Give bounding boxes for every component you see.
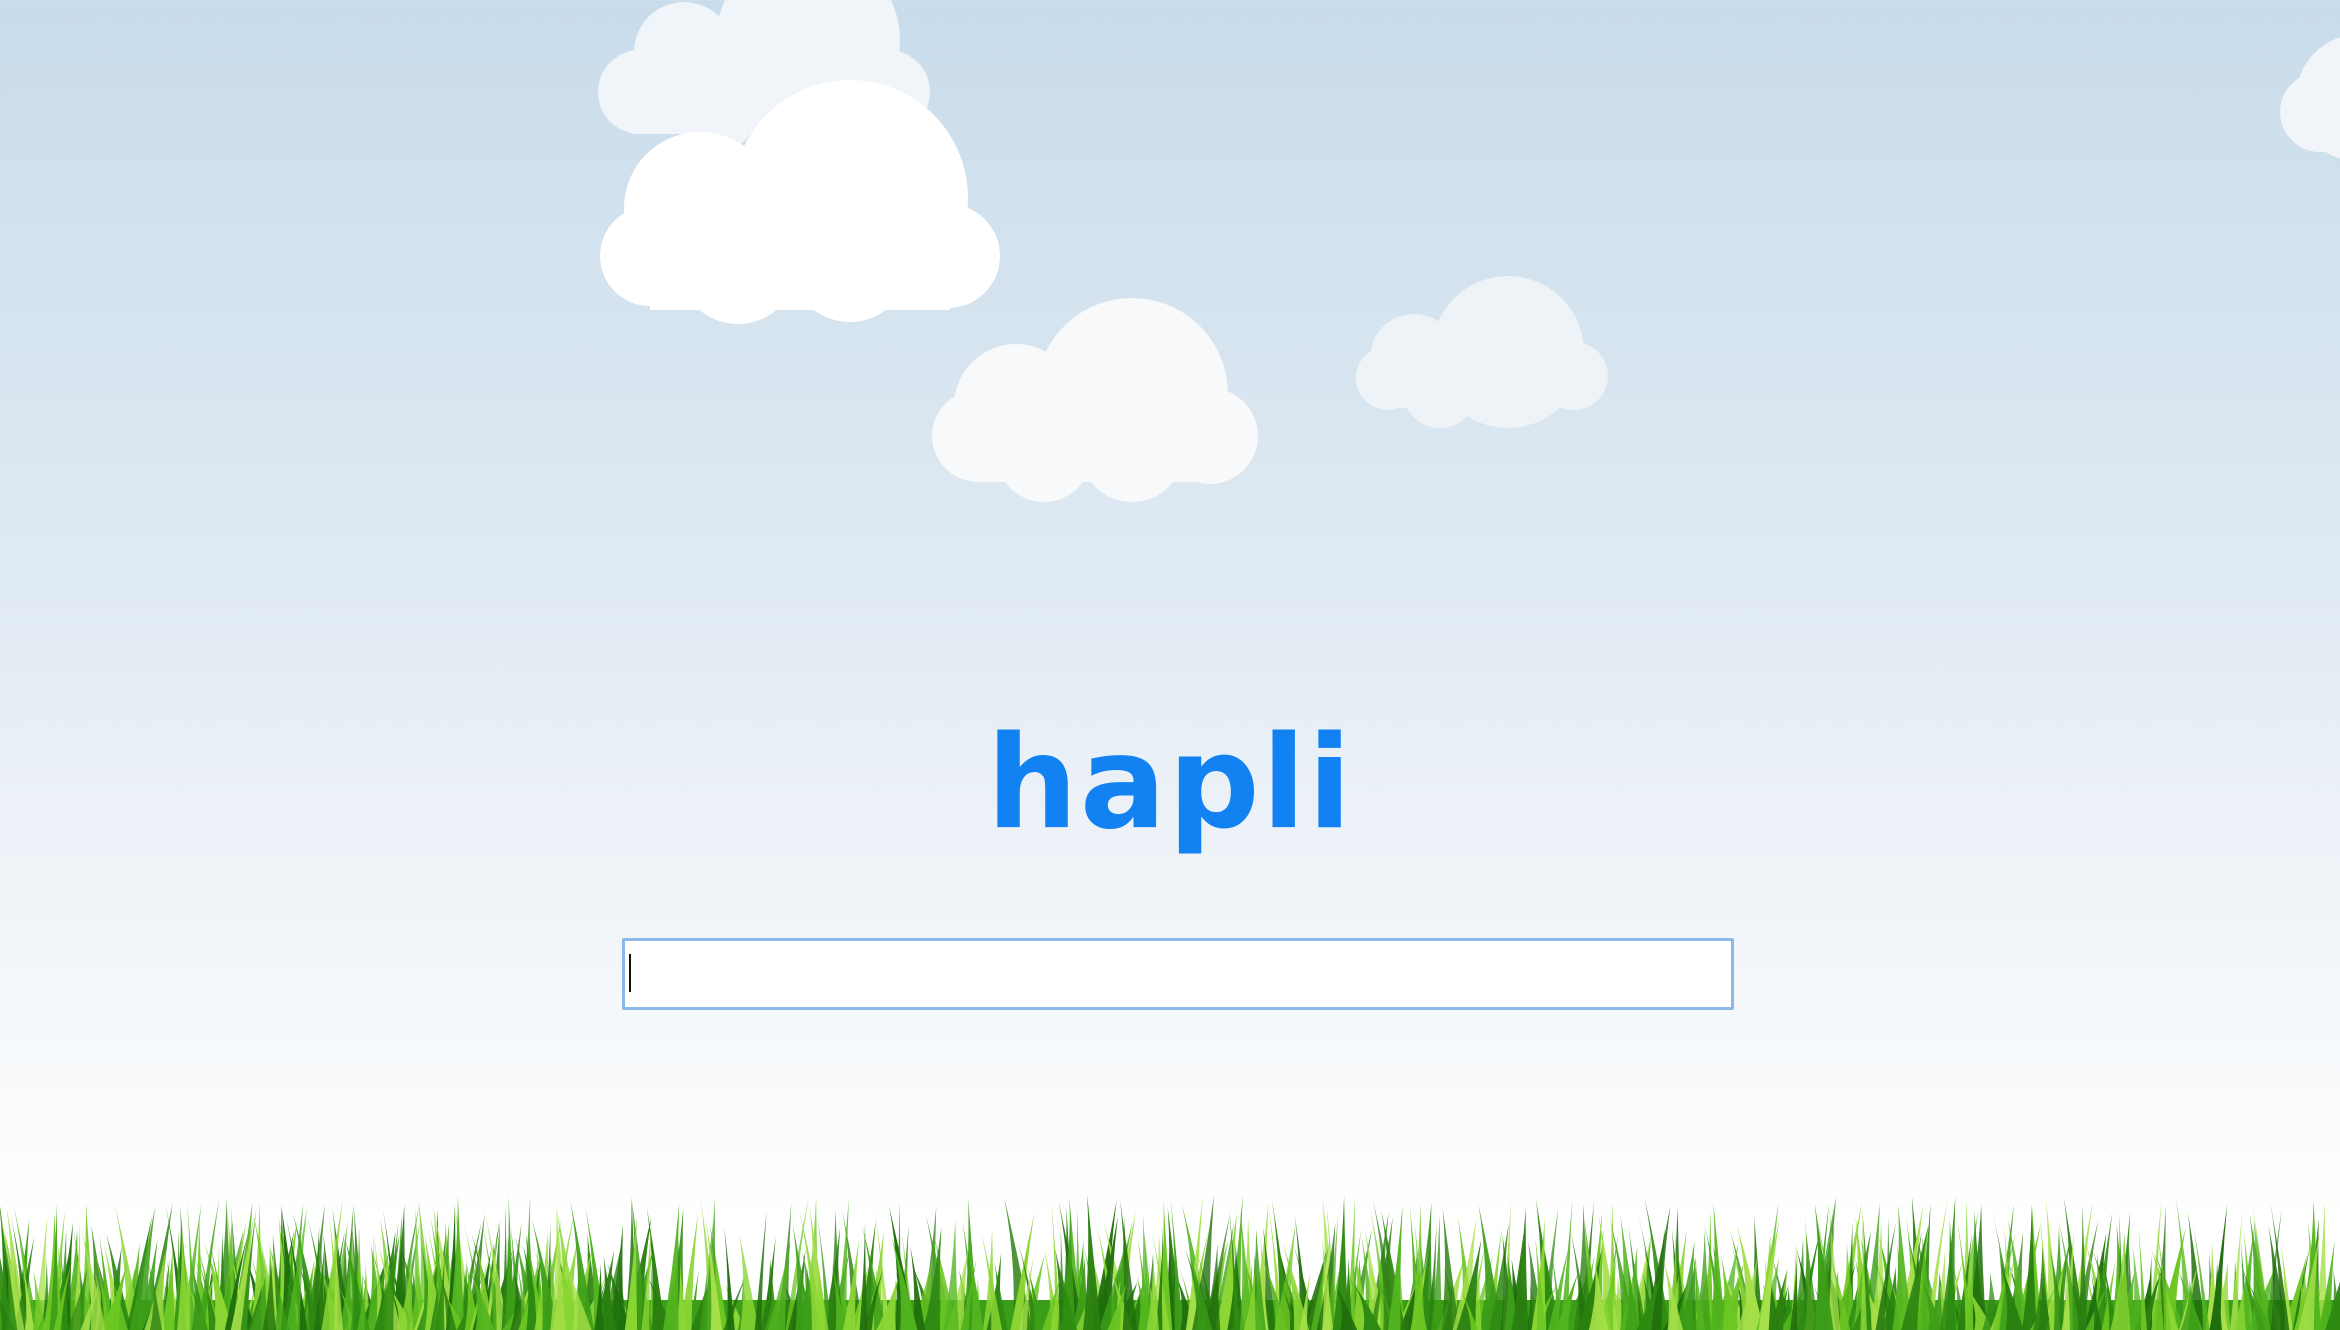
cloud-far-right-edge bbox=[2280, 28, 2340, 168]
grass-decoration bbox=[0, 1190, 2340, 1330]
cloud-center bbox=[930, 292, 1260, 507]
text-caret bbox=[629, 954, 631, 992]
logo-container: hapli bbox=[0, 720, 2340, 848]
search-input[interactable] bbox=[622, 938, 1734, 1010]
sky-background bbox=[0, 0, 2340, 1330]
app-logo: hapli bbox=[986, 709, 1354, 858]
cloud-center-right bbox=[1352, 266, 1612, 436]
